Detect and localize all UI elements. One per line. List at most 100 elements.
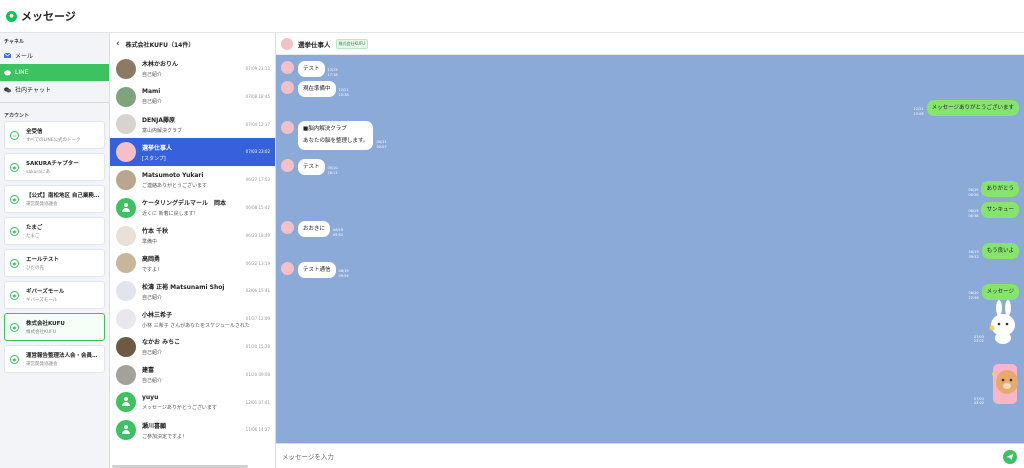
message-timestamp: 06/19 09:52 [969,250,979,259]
avatar [116,309,136,330]
message-timestamp: 12/21 10:38 [339,88,349,97]
message-time-part: 09:56 [338,273,349,278]
chat-time: 12/01 07:01 [245,399,270,405]
line-logo-icon: ● [6,10,17,22]
message-bubble: ■脳内解決クラブ あなたの脳を整理します。 [298,121,374,150]
message-time-part: 16:11 [327,170,338,175]
avatar [116,114,136,135]
back-chevron-icon[interactable]: ‹ [116,39,120,49]
message-row: メッセージありがとうございます 12/21 13:06 [911,100,1019,117]
account-item[interactable]: ● SAKURAチャプター sakuraにあ [4,153,105,181]
message-bubble: ありがとう [981,181,1019,198]
send-button[interactable] [1003,450,1017,464]
chat-list-item[interactable]: yuyu メッセージありがとうございます 12/01 07:01 [110,389,275,417]
message-timestamp: 04/11 20:07 [376,140,386,149]
account-item[interactable]: ● 運営報告整理法人会・会員… 運営開発協議会 [4,345,105,373]
chat-header: 選挙仕事人 株式会社KUFU [276,33,1024,55]
bunny-sticker-icon [987,300,1019,344]
chat-list-item[interactable]: 瀬川喜願 ご参加決定ですよ！ 11/06 14:27 [110,416,275,444]
message-time-part: 20:07 [376,144,387,149]
message-bubble: テスト [298,61,325,78]
account-name: 全受信 [26,129,43,135]
message-timestamp: 07/03 23:02 [974,335,984,344]
message-time-part: 09:52 [968,254,979,259]
avatar [116,142,136,163]
chat-name: Matsumoto Yukari [142,171,204,179]
message-text: テスト通信 [303,267,331,273]
sidebar-item-label: LINE [15,69,29,76]
channel-section-label: チャネル [4,39,24,45]
message-text: テスト [303,164,320,170]
account-desc: 運営開発協議会 [26,362,58,367]
chat-name: 選挙仕事人 [142,144,173,152]
chat-list-item[interactable]: 木林かおりん 自己紹介 07/09 23:13 [110,55,275,83]
chat-list-item[interactable]: 選挙仕事人 [スタンプ] 07/03 23:02 [110,138,275,167]
chat-preview: 自己紹介 [142,294,163,301]
avatar [116,86,136,107]
account-name: ギバーズモール [26,289,65,295]
chat-name: ケータリングデルマール 岡本 [142,200,227,208]
chat-list-header: ‹ 株式会社KUFU（14件） [110,33,275,55]
chat-list-item[interactable]: 高岡勇 ですよ！ 06/22 13:19 [110,250,275,278]
account-item[interactable]: ▭ 全受信 すべてのLINE公式のトーク [4,121,105,149]
chat-preview: 富山内解決クラブ [142,127,183,134]
message-bubble: テスト [298,159,325,176]
sidebar-item-label: メール [15,53,34,60]
message-timestamp: 07/03 23:02 [974,397,984,406]
chat-list-item[interactable]: 松濤 正裕 Matsunami Shoj 自己紹介 02/06 15:41 [110,277,275,305]
chat-name: 瀬川喜願 [142,422,167,430]
chat-preview: 近くに 新着に戻します！ [142,211,199,218]
message-timestamp: 12/21 13:06 [914,107,924,116]
chat-list-item[interactable]: 建富 自己紹介 01/20 09:08 [110,361,275,389]
message-row: テスト 05/10 16:11 [281,159,341,176]
chat-list-title: 株式会社KUFU（14件） [125,41,195,49]
chat-list-items: 木林かおりん 自己紹介 07/09 23:13 Mami 自己紹介 07/08 18:45… [110,55,275,444]
message-input[interactable]: メッセージを入力 [282,451,334,461]
chat-list-item[interactable]: 小林三希子小林 三希子 さんがあなたをスケジュールされた Zoom01/27 1… [110,305,275,333]
chat-preview: ご参加決定ですよ！ [142,433,188,440]
line-icon: ● [10,322,19,332]
line-icon: ● [10,194,19,204]
chat-name: Mami [142,88,161,96]
avatar [116,336,136,357]
sender-avatar [281,221,294,234]
message-timestamp: 06/19 09:56 [339,269,349,278]
account-item[interactable]: ● エールテスト ひだの先 [4,249,105,277]
message-time-part: 06:38 [968,213,979,218]
chat-list-item[interactable]: 竹本 千秋 準備中 06/23 18:49 [110,222,275,250]
sender-avatar [281,81,294,94]
account-item-active[interactable]: ● 株式会社KUFU 株式会社KUFU [4,313,105,341]
account-list: ▭ 全受信 すべてのLINE公式のトーク ● SAKURAチャプター sakuraに… [0,121,109,373]
chat-list-item[interactable]: ケータリングデルマール 岡本 近くに 新着に戻します！ 06/08 15:42 [110,194,275,222]
message-time-part: 17:18 [327,72,338,77]
sidebar-item-internal-chat[interactable]: 社内チャット [0,81,109,98]
sidebar-item-line[interactable]: LINE [0,64,109,81]
message-composer: メッセージを入力 [276,443,1024,468]
default-avatar-icon [116,392,136,413]
chat-list-item[interactable]: Mami 自己紹介 07/08 18:45 [110,83,275,111]
default-avatar-icon [116,197,136,218]
message-text: メッセージありがとうございます [931,105,1014,111]
avatar [116,281,136,302]
account-item[interactable]: ● ギバーズモール ギバーズモール [4,281,105,309]
account-desc: ひだの先 [26,266,44,271]
chat-time: 01/27 12:09 [245,316,270,322]
chat-list-item[interactable]: DENJA藤原 富山内解決クラブ 07/04 12:37 [110,111,275,139]
sticker-message: 07/03 23:02 [971,300,1019,344]
account-item[interactable]: ● たまご たまご [4,217,105,245]
sender-avatar [281,61,294,74]
message-row: おおきに 06/19 09:52 [281,221,346,238]
account-item[interactable]: ● 【公式】南松地区 自己業務… 運営開発協議会 [4,185,105,213]
message-bubble: テスト通信 [298,262,336,279]
message-text: メッセージ [986,289,1014,295]
chat-list-item[interactable]: なかお みちこ 自己紹介 01/20 15:28 [110,333,275,361]
chat-time: 07/08 18:45 [245,93,270,99]
chat-name: 建富 [142,367,155,375]
message-text: テスト [303,66,320,72]
chat-list-item[interactable]: Matsumoto Yukari ご連絡ありがとうございます 06/27 17:03 [110,166,275,194]
sidebar-item-mail[interactable]: メール [0,47,109,64]
chat-preview: [スタンプ] [142,155,166,162]
account-desc: 運営開発協議会 [26,202,58,207]
message-text: おおきに [303,226,326,232]
message-timestamp: 06/19 09:52 [333,228,343,237]
